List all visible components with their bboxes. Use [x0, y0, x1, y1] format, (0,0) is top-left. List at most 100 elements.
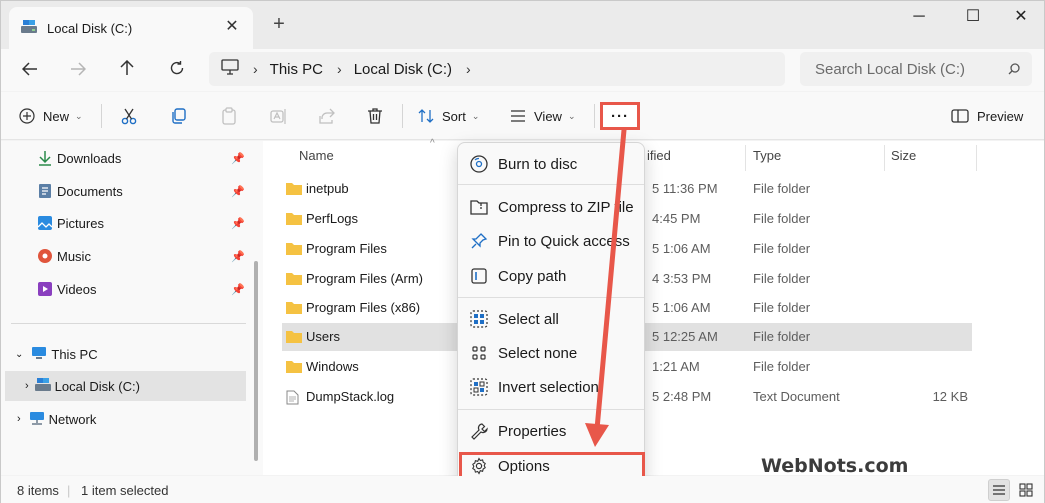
folder-icon — [286, 330, 302, 346]
refresh-button[interactable] — [163, 56, 191, 84]
folder-icon — [286, 212, 302, 228]
sidebar-item-network[interactable]: › Network — [1, 404, 246, 434]
menu-item-select-all[interactable]: Select all — [460, 303, 643, 335]
address-bar[interactable]: › This PC › Local Disk (C:) › — [209, 52, 785, 86]
pin-icon[interactable]: 📌 — [231, 152, 245, 165]
column-divider[interactable] — [976, 145, 977, 171]
file-date: 4 3:53 PM — [652, 271, 712, 286]
chevron-right-icon[interactable]: › — [17, 413, 21, 425]
view-label: View — [534, 108, 562, 124]
menu-item-label: Select none — [498, 344, 578, 362]
file-list: Name ^ ified Type Size inetpub 5 11:36 P… — [263, 138, 1044, 475]
menu-item-invert-selection[interactable]: Invert selection — [460, 371, 643, 403]
new-button[interactable]: New ⌄ — [19, 104, 83, 128]
see-more-button[interactable]: ··· — [600, 102, 640, 130]
breadcrumb-this-pc[interactable]: This PC — [270, 61, 323, 78]
watermark-logo: WebNots.com — [761, 455, 909, 477]
rename-button[interactable] — [267, 104, 291, 128]
search-placeholder: Search Local Disk (C:) — [815, 60, 966, 78]
invert-selection-icon — [469, 377, 489, 397]
column-header-type[interactable]: Type — [753, 148, 781, 163]
tiles-view-button[interactable] — [1015, 479, 1037, 501]
menu-item-select-none[interactable]: Select none — [460, 337, 643, 369]
menu-item-copy-path[interactable]: Copy path — [460, 260, 643, 292]
toolbar-divider — [402, 104, 403, 128]
pin-icon[interactable]: 📌 — [231, 283, 245, 296]
sidebar-item-local-disk[interactable]: › Local Disk (C:) — [5, 371, 246, 401]
chevron-right-icon[interactable]: › — [25, 380, 29, 392]
column-divider[interactable] — [745, 145, 746, 171]
sort-caret-icon: ^ — [430, 138, 435, 149]
menu-item-pin-quick-access[interactable]: Pin to Quick access — [460, 225, 643, 257]
sidebar-item-this-pc[interactable]: ⌄ This PC — [1, 339, 246, 369]
forward-button[interactable] — [64, 56, 92, 84]
sidebar-item-documents[interactable]: Documents 📌 — [1, 176, 246, 206]
command-bar: New ⌄ Sort ⌄ View ⌄ ··· Preview — [1, 92, 1044, 140]
view-button[interactable]: View ⌄ — [510, 104, 576, 128]
close-window-button[interactable]: ✕ — [1006, 5, 1036, 29]
up-button[interactable] — [113, 56, 141, 84]
maximize-button[interactable]: ☐ — [958, 5, 988, 29]
pin-icon[interactable]: 📌 — [231, 185, 245, 198]
chevron-down-icon[interactable]: ⌄ — [15, 349, 23, 360]
plus-circle-icon — [19, 108, 35, 124]
column-divider[interactable] — [884, 145, 885, 171]
folder-icon — [286, 242, 302, 258]
sidebar-divider — [11, 323, 246, 324]
file-date: 1:21 AM — [652, 359, 700, 374]
download-icon — [37, 150, 53, 166]
share-button[interactable] — [315, 104, 339, 128]
delete-button[interactable] — [363, 104, 387, 128]
copy-button[interactable] — [167, 104, 191, 128]
sidebar-scrollbar[interactable] — [254, 261, 258, 461]
search-box[interactable]: Search Local Disk (C:) — [800, 52, 1032, 86]
file-explorer-window: Local Disk (C:) ✕ + ─ ☐ ✕ › This PC › Lo… — [0, 0, 1045, 503]
file-name: Program Files (Arm) — [306, 271, 424, 286]
text-file-icon — [286, 390, 299, 408]
cut-button[interactable] — [117, 104, 141, 128]
menu-item-burn-to-disc[interactable]: Burn to disc — [460, 148, 643, 180]
pin-icon[interactable]: 📌 — [231, 217, 245, 230]
copy-icon — [172, 108, 186, 124]
preview-pane-icon — [951, 109, 969, 123]
sort-label: Sort — [442, 108, 466, 124]
column-header-size[interactable]: Size — [891, 148, 916, 163]
address-row: › This PC › Local Disk (C:) › Search Loc… — [1, 49, 1044, 91]
column-header-name[interactable]: Name — [299, 148, 334, 163]
new-tab-button[interactable]: + — [269, 14, 289, 34]
sidebar-item-downloads[interactable]: Downloads 📌 — [1, 143, 246, 173]
breadcrumb-chevron-icon[interactable]: › — [253, 61, 258, 77]
breadcrumb-chevron-icon[interactable]: › — [337, 61, 342, 77]
computer-icon — [31, 346, 47, 362]
menu-item-label: Pin to Quick access — [498, 232, 630, 250]
menu-item-label: Invert selection — [498, 378, 599, 396]
sidebar-item-label: Videos — [57, 281, 97, 297]
menu-item-compress-zip[interactable]: Compress to ZIP file — [460, 191, 643, 223]
menu-item-properties[interactable]: Properties — [460, 415, 643, 447]
preview-button[interactable]: Preview — [951, 104, 1023, 128]
search-icon — [1008, 62, 1020, 79]
sidebar-item-videos[interactable]: Videos 📌 — [1, 274, 246, 304]
paste-button[interactable] — [217, 104, 241, 128]
breadcrumb-local-disk[interactable]: Local Disk (C:) — [354, 61, 452, 78]
file-size: 12 KB — [932, 389, 968, 404]
file-name: inetpub — [306, 181, 349, 196]
folder-icon — [286, 360, 302, 376]
toolbar-divider — [594, 104, 595, 128]
sort-button[interactable]: Sort ⌄ — [418, 104, 479, 128]
sidebar-item-music[interactable]: Music 📌 — [1, 241, 246, 271]
pin-icon[interactable]: 📌 — [231, 250, 245, 263]
forward-arrow-icon — [71, 62, 87, 76]
documents-icon — [37, 183, 53, 199]
menu-divider — [458, 297, 644, 298]
tab-close-icon[interactable]: ✕ — [223, 18, 241, 36]
minimize-button[interactable]: ─ — [904, 5, 934, 29]
breadcrumb-chevron-icon[interactable]: › — [466, 61, 471, 77]
navigation-pane: Downloads 📌 Documents 📌 Pictures 📌 Music… — [1, 141, 263, 475]
details-view-button[interactable] — [988, 479, 1010, 501]
sidebar-item-pictures[interactable]: Pictures 📌 — [1, 208, 246, 238]
column-header-date[interactable]: ified — [647, 148, 671, 163]
file-date: 5 1:06 AM — [652, 241, 711, 256]
tab-local-disk[interactable]: Local Disk (C:) ✕ — [9, 7, 253, 49]
back-button[interactable] — [16, 56, 44, 84]
